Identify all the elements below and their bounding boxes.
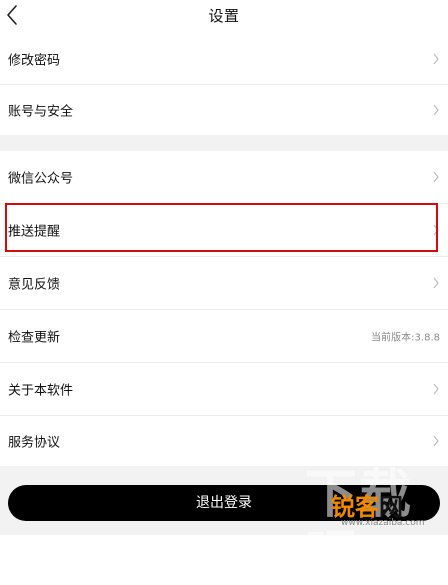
- settings-item-change-password[interactable]: 修改密码: [0, 34, 448, 84]
- chevron-right-icon: [433, 435, 439, 447]
- top-bar: 设置: [0, 0, 448, 30]
- settings-item-account-security[interactable]: 账号与安全: [0, 85, 448, 135]
- settings-item-check-update[interactable]: 检查更新 当前版本:3.8.8: [0, 310, 448, 362]
- settings-item-service-agreement[interactable]: 服务协议: [0, 416, 448, 466]
- logout-button[interactable]: 退出登录: [8, 485, 440, 521]
- settings-item-label: 修改密码: [8, 53, 61, 69]
- highlight-box: [5, 203, 438, 252]
- page-title: 设置: [208, 7, 240, 25]
- settings-item-label: 关于本软件: [8, 383, 74, 399]
- chevron-right-icon: [433, 171, 439, 183]
- chevron-right-icon: [433, 53, 439, 65]
- chevron-right-icon: [433, 104, 439, 116]
- chevron-right-icon: [433, 277, 439, 289]
- settings-item-label: 微信公众号: [8, 171, 74, 187]
- current-version-value: 当前版本:3.8.8: [371, 332, 440, 344]
- settings-item-wechat-official-account[interactable]: 微信公众号: [0, 151, 448, 203]
- settings-item-label: 账号与安全: [8, 104, 74, 120]
- section-gap: [0, 135, 448, 151]
- settings-item-about[interactable]: 关于本软件: [0, 363, 448, 415]
- settings-item-label: 检查更新: [8, 330, 61, 346]
- settings-item-label: 服务协议: [8, 435, 61, 451]
- settings-item-feedback[interactable]: 意见反馈: [0, 257, 448, 309]
- settings-item-label: 意见反馈: [8, 277, 61, 293]
- chevron-right-icon: [433, 383, 439, 395]
